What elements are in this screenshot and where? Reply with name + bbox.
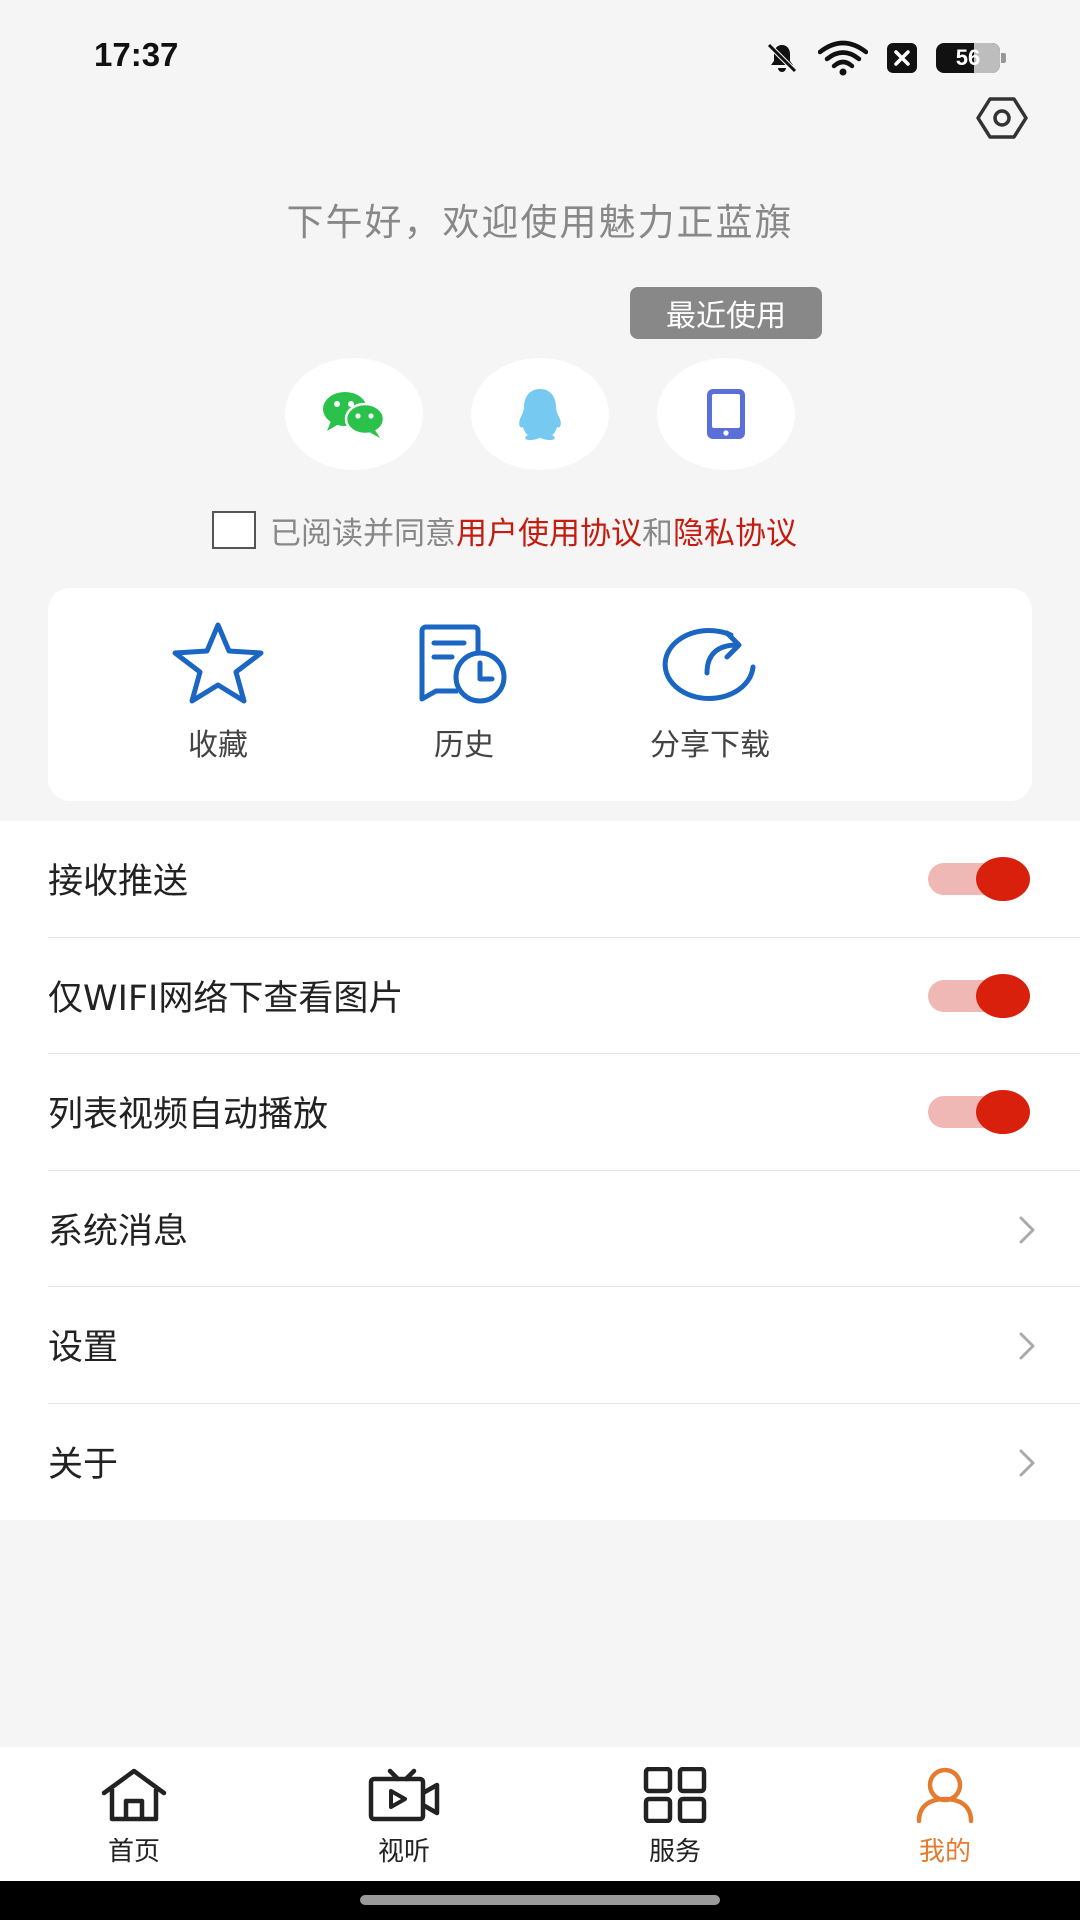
- nav-home[interactable]: 首页: [64, 1767, 204, 1868]
- home-indicator[interactable]: [360, 1895, 720, 1905]
- push-notifications-label: 接收推送: [48, 862, 189, 903]
- history-button[interactable]: 历史: [374, 618, 554, 764]
- battery-icon: 56: [936, 43, 1006, 73]
- nav-home-label: 首页: [107, 1837, 160, 1867]
- about-row[interactable]: 关于: [48, 1404, 1080, 1521]
- favorites-label: 收藏: [188, 728, 248, 763]
- history-label: 历史: [434, 728, 494, 763]
- nav-service-label: 服务: [648, 1837, 701, 1867]
- user-agreement-link[interactable]: 用户使用协议: [456, 508, 642, 553]
- share-icon: [662, 628, 756, 701]
- agreement-row: 已阅读并同意 用户使用协议 和 隐私协议: [212, 508, 797, 552]
- nav-media[interactable]: 视听: [334, 1767, 474, 1868]
- wechat-icon: [323, 392, 386, 438]
- agreement-and: 和: [642, 515, 673, 552]
- nav-mine-label: 我的: [918, 1837, 971, 1867]
- qq-icon: [519, 389, 561, 440]
- settings-row[interactable]: 设置: [48, 1287, 1080, 1404]
- status-icons: 56: [764, 40, 1006, 76]
- battery-level: 56: [955, 45, 981, 70]
- about-label: 关于: [48, 1445, 119, 1486]
- bottom-nav: 首页 视听 服务 我的: [0, 1747, 1080, 1881]
- phone-icon: [707, 389, 745, 439]
- chevron-right-icon: [1019, 1449, 1035, 1476]
- push-notifications-toggle[interactable]: [924, 857, 1030, 901]
- nav-mine[interactable]: 我的: [875, 1767, 1015, 1868]
- status-time: 17:37: [94, 36, 179, 73]
- grid-icon: [643, 1767, 707, 1823]
- nav-service[interactable]: 服务: [605, 1767, 745, 1868]
- settings-label: 设置: [48, 1328, 119, 1369]
- chevron-right-icon: [1019, 1332, 1035, 1360]
- autoplay-video-label: 列表视频自动播放: [48, 1095, 329, 1136]
- user-icon: [916, 1767, 974, 1823]
- wifi-images-toggle[interactable]: [924, 973, 1030, 1018]
- login-methods: [0, 358, 1080, 472]
- mute-icon: [767, 43, 797, 73]
- notification-x-icon: [887, 43, 917, 73]
- agreement-checkbox[interactable]: [212, 511, 256, 549]
- push-notifications-row: 接收推送: [48, 821, 1080, 938]
- share-download-button[interactable]: 分享下载: [620, 618, 800, 764]
- system-messages-label: 系统消息: [48, 1211, 189, 1252]
- home-icon: [101, 1768, 167, 1822]
- wifi-images-label: 仅WIFI网络下查看图片: [48, 978, 404, 1019]
- wifi-icon: [818, 40, 868, 76]
- wifi-images-row: 仅WIFI网络下查看图片: [48, 938, 1080, 1054]
- wechat-login-button[interactable]: [285, 358, 423, 470]
- greeting: 下午好，欢迎使用魅力正蓝旗: [286, 201, 794, 244]
- recent-used-tooltip: 最近使用: [630, 287, 822, 339]
- share-download-label: 分享下载: [650, 728, 770, 763]
- nav-media-label: 视听: [377, 1837, 430, 1867]
- star-icon: [172, 622, 264, 704]
- chevron-right-icon: [1019, 1216, 1035, 1243]
- hexagon-scan-icon[interactable]: [974, 92, 1030, 144]
- status-bar: 17:37 56: [0, 0, 1080, 110]
- tv-icon: [368, 1768, 440, 1822]
- settings-list: 接收推送 仅WIFI网络下查看图片 列表视频自动播放 系统消息 设置 关于: [0, 821, 1080, 1520]
- privacy-policy-link[interactable]: 隐私协议: [673, 508, 797, 553]
- qq-login-button[interactable]: [471, 358, 609, 470]
- quick-actions-card: 收藏 历史 分享下载: [48, 588, 1032, 801]
- system-messages-row[interactable]: 系统消息: [48, 1171, 1080, 1287]
- phone-login-button[interactable]: [657, 358, 795, 470]
- gesture-bar: [0, 1881, 1080, 1920]
- autoplay-video-row: 列表视频自动播放: [48, 1054, 1080, 1171]
- favorites-button[interactable]: 收藏: [128, 618, 308, 764]
- autoplay-video-toggle[interactable]: [924, 1090, 1030, 1134]
- history-icon: [419, 624, 507, 704]
- agreement-prefix: 已阅读并同意: [270, 515, 456, 552]
